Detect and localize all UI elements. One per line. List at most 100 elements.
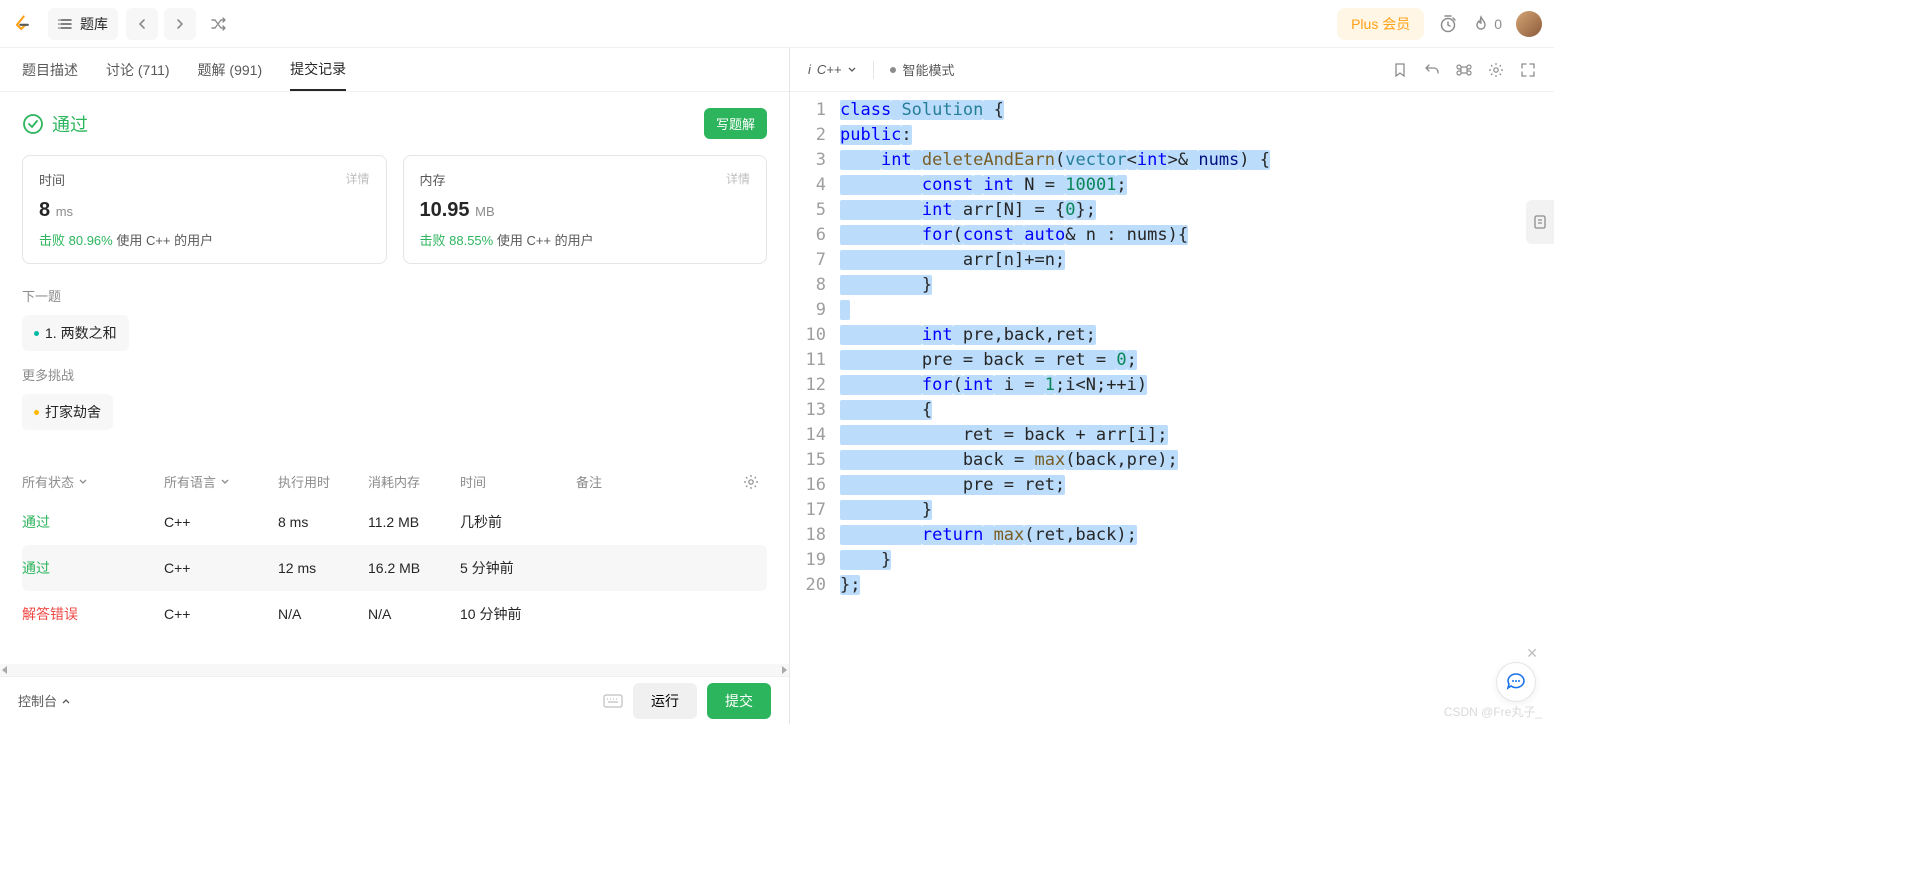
row-memory: N/A xyxy=(368,606,460,622)
chevron-left-icon xyxy=(136,18,148,30)
row-memory: 11.2 MB xyxy=(368,514,460,530)
language-select[interactable]: i C++ xyxy=(808,62,857,77)
help-button[interactable] xyxy=(1496,662,1536,702)
undo-button[interactable] xyxy=(1424,62,1440,78)
next-problem-button[interactable] xyxy=(164,8,196,40)
submission-content: 通过 写题解 时间 详情 8 ms 击败 80.96% 使用 C++ 的用户 内… xyxy=(0,92,789,664)
next-problem-chip[interactable]: 1. 两数之和 xyxy=(22,315,129,351)
mem-detail-link[interactable]: 详情 xyxy=(726,170,750,189)
tab-description[interactable]: 题目描述 xyxy=(22,60,78,90)
mem-label: 内存 xyxy=(420,170,446,189)
row-lang: C++ xyxy=(164,606,278,622)
tab-submissions[interactable]: 提交记录 xyxy=(290,59,346,91)
keyboard-shortcuts-button[interactable] xyxy=(603,693,623,709)
undo-icon xyxy=(1424,62,1440,78)
fullscreen-button[interactable] xyxy=(1520,62,1536,78)
chat-icon xyxy=(1505,671,1527,693)
avatar[interactable] xyxy=(1516,11,1542,37)
code-line: const int N = 10001; xyxy=(840,173,1554,198)
code-line: int deleteAndEarn(vector<int>& nums) { xyxy=(840,148,1554,173)
tab-discuss[interactable]: 讨论 (711) xyxy=(106,60,170,90)
expand-icon xyxy=(1520,62,1536,78)
horizontal-scrollbar[interactable] xyxy=(0,664,789,676)
difficulty-dot-icon xyxy=(34,410,39,415)
run-button[interactable]: 运行 xyxy=(633,683,697,719)
code-line: } xyxy=(840,498,1554,523)
code-line: int pre,back,ret; xyxy=(840,323,1554,348)
code-line: arr[n]+=n; xyxy=(840,248,1554,273)
submit-button[interactable]: 提交 xyxy=(707,683,771,719)
row-runtime: 8 ms xyxy=(278,514,368,530)
shortcuts-button[interactable] xyxy=(1456,62,1472,78)
plus-badge[interactable]: Plus 会员 xyxy=(1337,8,1424,40)
bookmark-button[interactable] xyxy=(1392,62,1408,78)
next-section-label: 下一题 xyxy=(22,286,767,305)
side-panel-tab[interactable] xyxy=(1526,200,1554,244)
row-memory: 16.2 MB xyxy=(368,560,460,576)
gear-icon xyxy=(743,474,759,490)
next-problem-title: 1. 两数之和 xyxy=(45,323,117,343)
chevron-up-icon xyxy=(61,696,71,706)
code-line: back = max(back,pre); xyxy=(840,448,1554,473)
settings-button[interactable] xyxy=(1488,62,1504,78)
time-label: 时间 xyxy=(39,170,65,189)
submissions-table: 所有状态 所有语言 执行用时 消耗内存 时间 备注 通过C++8 ms11.2 … xyxy=(22,464,767,637)
difficulty-dot-icon xyxy=(34,331,39,336)
time-beat: 击败 80.96% 使用 C++ 的用户 xyxy=(39,230,370,249)
left-tabs: 题目描述 讨论 (711) 题解 (991) 提交记录 xyxy=(0,48,789,92)
code-line: } xyxy=(840,548,1554,573)
row-status: 通过 xyxy=(22,558,164,578)
more-section-label: 更多挑战 xyxy=(22,365,767,384)
code-line: } xyxy=(840,273,1554,298)
mem-unit: MB xyxy=(475,204,495,219)
chevron-right-icon xyxy=(174,18,186,30)
row-status: 通过 xyxy=(22,512,164,532)
problem-list-label: 题库 xyxy=(80,14,108,34)
console-toggle[interactable]: 控制台 xyxy=(18,691,71,710)
col-note: 备注 xyxy=(576,472,743,491)
row-runtime: N/A xyxy=(278,606,368,622)
table-row[interactable]: 通过C++12 ms16.2 MB5 分钟前 xyxy=(22,545,767,591)
col-memory: 消耗内存 xyxy=(368,472,460,491)
table-row[interactable]: 通过C++8 ms11.2 MB几秒前 xyxy=(22,499,767,545)
write-solution-button[interactable]: 写题解 xyxy=(704,108,767,139)
row-time: 5 分钟前 xyxy=(460,558,576,578)
streak-button[interactable]: 0 xyxy=(1472,15,1502,33)
shuffle-button[interactable] xyxy=(202,8,234,40)
code-line: pre = back = ret = 0; xyxy=(840,348,1554,373)
code-line: for(int i = 1;i<N;++i) xyxy=(840,373,1554,398)
time-detail-link[interactable]: 详情 xyxy=(345,170,369,189)
left-pane: 题目描述 讨论 (711) 题解 (991) 提交记录 通过 写题解 时间 详情 xyxy=(0,48,790,724)
code-line: int arr[N] = {0}; xyxy=(840,198,1554,223)
line-gutter: 1234567891011121314151617181920 xyxy=(790,98,840,724)
editor-mode[interactable]: 智能模式 xyxy=(890,60,954,79)
filter-status[interactable]: 所有状态 xyxy=(22,472,164,491)
timer-button[interactable] xyxy=(1438,14,1458,34)
code-editor[interactable]: 1234567891011121314151617181920 class So… xyxy=(790,92,1554,724)
table-row[interactable]: 解答错误C++N/AN/A10 分钟前 xyxy=(22,591,767,637)
code-line: public: xyxy=(840,123,1554,148)
filter-lang[interactable]: 所有语言 xyxy=(164,472,278,491)
code-line: { xyxy=(840,398,1554,423)
tab-solutions[interactable]: 题解 (991) xyxy=(198,60,263,90)
leetcode-logo-icon xyxy=(12,14,32,34)
row-time: 10 分钟前 xyxy=(460,604,576,624)
bookmark-icon xyxy=(1392,62,1408,78)
more-challenge-chip[interactable]: 打家劫舍 xyxy=(22,394,113,430)
shuffle-icon xyxy=(210,16,226,32)
keyboard-icon xyxy=(603,693,623,709)
row-status: 解答错误 xyxy=(22,604,164,624)
table-settings-button[interactable] xyxy=(743,474,767,490)
note-icon xyxy=(1532,214,1548,230)
code-line: class Solution { xyxy=(840,98,1554,123)
list-icon xyxy=(58,16,74,32)
memory-stat-card[interactable]: 内存 详情 10.95 MB 击败 88.55% 使用 C++ 的用户 xyxy=(403,155,768,264)
prev-problem-button[interactable] xyxy=(126,8,158,40)
help-close-button[interactable]: ✕ xyxy=(1526,645,1538,662)
language-label: C++ xyxy=(817,62,842,77)
command-icon xyxy=(1456,62,1472,78)
col-runtime: 执行用时 xyxy=(278,472,368,491)
problem-list-button[interactable]: 题库 xyxy=(48,8,118,40)
chevron-down-icon xyxy=(78,477,88,487)
time-stat-card[interactable]: 时间 详情 8 ms 击败 80.96% 使用 C++ 的用户 xyxy=(22,155,387,264)
